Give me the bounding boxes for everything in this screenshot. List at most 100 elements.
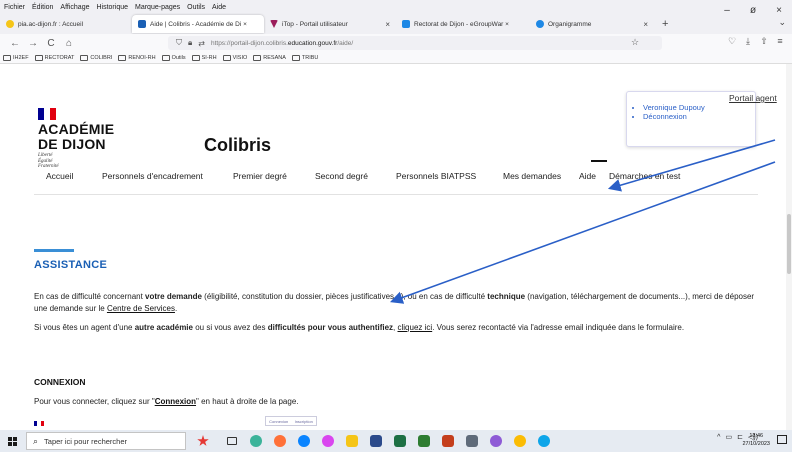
app-icon-purple[interactable] — [484, 432, 508, 450]
menu-edition[interactable]: Édition — [32, 4, 53, 11]
close-tab-icon[interactable]: × — [637, 20, 648, 29]
bookmark-label: SI-RH — [201, 54, 217, 61]
lock-icon: 🔒︎ — [188, 38, 193, 47]
taskbar-clock[interactable]: 13:46 27/10/2023 — [742, 432, 770, 448]
menu-marque-pages[interactable]: Marque-pages — [135, 4, 180, 11]
share-icon[interactable]: ⇧ — [756, 36, 772, 47]
colibris-favicon-icon — [138, 20, 146, 28]
itop-favicon-icon — [270, 20, 278, 28]
page-scrollbar[interactable] — [786, 64, 792, 430]
file-explorer-icon[interactable] — [340, 432, 364, 450]
app-icon-green[interactable] — [412, 432, 436, 450]
tab-label: iTop - Portail utilisateur — [282, 20, 348, 28]
thunderbird-icon[interactable] — [292, 432, 316, 450]
bookmark-label: RENOI-RH — [128, 54, 156, 61]
bookmark-si-rh[interactable]: SI-RH — [191, 54, 217, 61]
close-tab-icon[interactable]: × — [379, 20, 390, 29]
bookmark-star-icon[interactable]: ☆ — [631, 37, 639, 48]
tab-egroupware[interactable]: Rectorat de Dijon - eGroupWar × — [396, 15, 530, 33]
excel-icon[interactable] — [388, 432, 412, 450]
bookmark-tribu[interactable]: TRIBU — [291, 54, 319, 61]
folder-icon — [161, 54, 170, 61]
home-button[interactable]: ⌂ — [60, 38, 78, 49]
folder-icon — [80, 54, 89, 61]
forward-button[interactable]: → — [24, 38, 42, 49]
downloads-icon[interactable]: ⤓ — [740, 36, 756, 47]
address-bar[interactable]: ⛉ 🔒︎ ⇄ https://portail-dijon.colibris. ed… — [168, 36, 662, 50]
organigramme-favicon-icon — [536, 20, 544, 28]
bookmark-colibri[interactable]: COLIBRI — [80, 54, 113, 61]
menu-affichage[interactable]: Affichage — [60, 4, 89, 11]
url-suffix: /aide/ — [337, 39, 354, 47]
toolbar-right: ♡ ⤓ ⇧ ≡ — [724, 36, 788, 47]
tab-label: pia.ac-dijon.fr : Accueil — [18, 20, 84, 28]
app-icon-blue[interactable] — [532, 432, 556, 450]
search-placeholder: Taper ici pour rechercher — [44, 436, 128, 446]
folder-icon — [253, 54, 262, 61]
menu-historique[interactable]: Historique — [96, 4, 128, 11]
menu-bar: Fichier Édition Affichage Historique Mar… — [0, 0, 792, 14]
clock-time: 13:46 — [749, 433, 764, 439]
back-button[interactable]: ← — [6, 38, 24, 49]
tab-bar: pia.ac-dijon.fr : Accueil Aide | Colibri… — [0, 14, 792, 34]
folder-icon — [291, 54, 300, 61]
folder-icon — [222, 54, 231, 61]
battery-icon[interactable]: ▭ — [725, 433, 732, 441]
new-tab-button[interactable]: + — [654, 18, 676, 30]
bookmark-label: RECTORAT — [44, 54, 75, 61]
bookmark-label: TRIBU — [301, 54, 319, 61]
menu-outils[interactable]: Outils — [187, 4, 205, 11]
firefox-icon[interactable] — [268, 432, 292, 450]
notification-icon[interactable] — [777, 435, 787, 444]
tab-colibris-aide[interactable]: Aide | Colibris - Académie de Di × — [132, 15, 264, 33]
hamburger-menu-icon[interactable]: ≡ — [772, 36, 788, 47]
clock-date: 27/10/2023 — [742, 441, 770, 447]
sun-icon — [6, 20, 14, 28]
cortana-icon[interactable] — [186, 432, 220, 450]
bookmark-label: COLIBRI — [90, 54, 113, 61]
tab-pia[interactable]: pia.ac-dijon.fr : Accueil — [0, 15, 132, 33]
egroupware-favicon-icon — [402, 20, 410, 28]
tab-label: Organigramme — [548, 20, 592, 28]
tab-organigramme[interactable]: Organigramme × — [530, 15, 654, 33]
menu-aide[interactable]: Aide — [212, 4, 226, 11]
arrow-to-centre-de-services — [389, 161, 776, 304]
folder-icon — [191, 54, 200, 61]
chevron-up-icon[interactable]: ^ — [717, 434, 720, 441]
app-icon-navy[interactable] — [364, 432, 388, 450]
arrow-to-aide — [607, 139, 776, 192]
bookmark-rectorat[interactable]: RECTORAT — [34, 54, 75, 61]
app-icon-teal[interactable] — [244, 432, 268, 450]
folder-icon — [118, 54, 127, 61]
bookmark-resana[interactable]: RESANA — [253, 54, 286, 61]
scrollbar-thumb[interactable] — [787, 214, 791, 274]
menu-fichier[interactable]: Fichier — [4, 4, 25, 11]
bookmark-outils[interactable]: Outils — [161, 54, 186, 61]
app-icon-slate[interactable] — [460, 432, 484, 450]
chat-icon[interactable] — [316, 432, 340, 450]
tab-label: Aide | Colibris - Académie de Di × — [150, 20, 247, 28]
url-prefix: https://portail-dijon.colibris. — [210, 39, 288, 47]
folder-icon — [3, 54, 11, 61]
bookmark-label: IH2EF — [13, 54, 29, 61]
tab-itop[interactable]: iTop - Portail utilisateur × — [264, 15, 396, 33]
bookmark-label: RESANA — [263, 54, 286, 61]
tab-list-chevron-icon[interactable]: ⌄ — [778, 17, 786, 28]
bookmark-label: VISIO — [232, 54, 248, 61]
taskbar-search-input[interactable]: ⌕ Taper ici pour rechercher — [26, 432, 186, 450]
tab-label: Rectorat de Dijon - eGroupWar × — [414, 20, 509, 28]
bookmark-visio[interactable]: VISIO — [222, 54, 248, 61]
pocket-icon[interactable]: ♡ — [724, 36, 740, 47]
task-view-icon[interactable] — [220, 432, 244, 450]
windows-start-icon[interactable] — [0, 436, 24, 446]
permissions-icon: ⇄ — [198, 38, 205, 48]
powerpoint-icon[interactable] — [436, 432, 460, 450]
bookmarks-bar: IH2EF RECTORAT COLIBRI RENOI-RH Outils S… — [0, 52, 792, 64]
bookmark-ih2ef[interactable]: IH2EF — [3, 54, 29, 61]
bookmark-renoi-rh[interactable]: RENOI-RH — [118, 54, 156, 61]
annotation-arrows — [389, 139, 776, 304]
url-domain: education.gouv.fr — [287, 39, 338, 47]
chrome-icon[interactable] — [508, 432, 532, 450]
shield-icon: ⛉ — [176, 38, 182, 47]
reload-button[interactable]: C — [42, 38, 60, 49]
